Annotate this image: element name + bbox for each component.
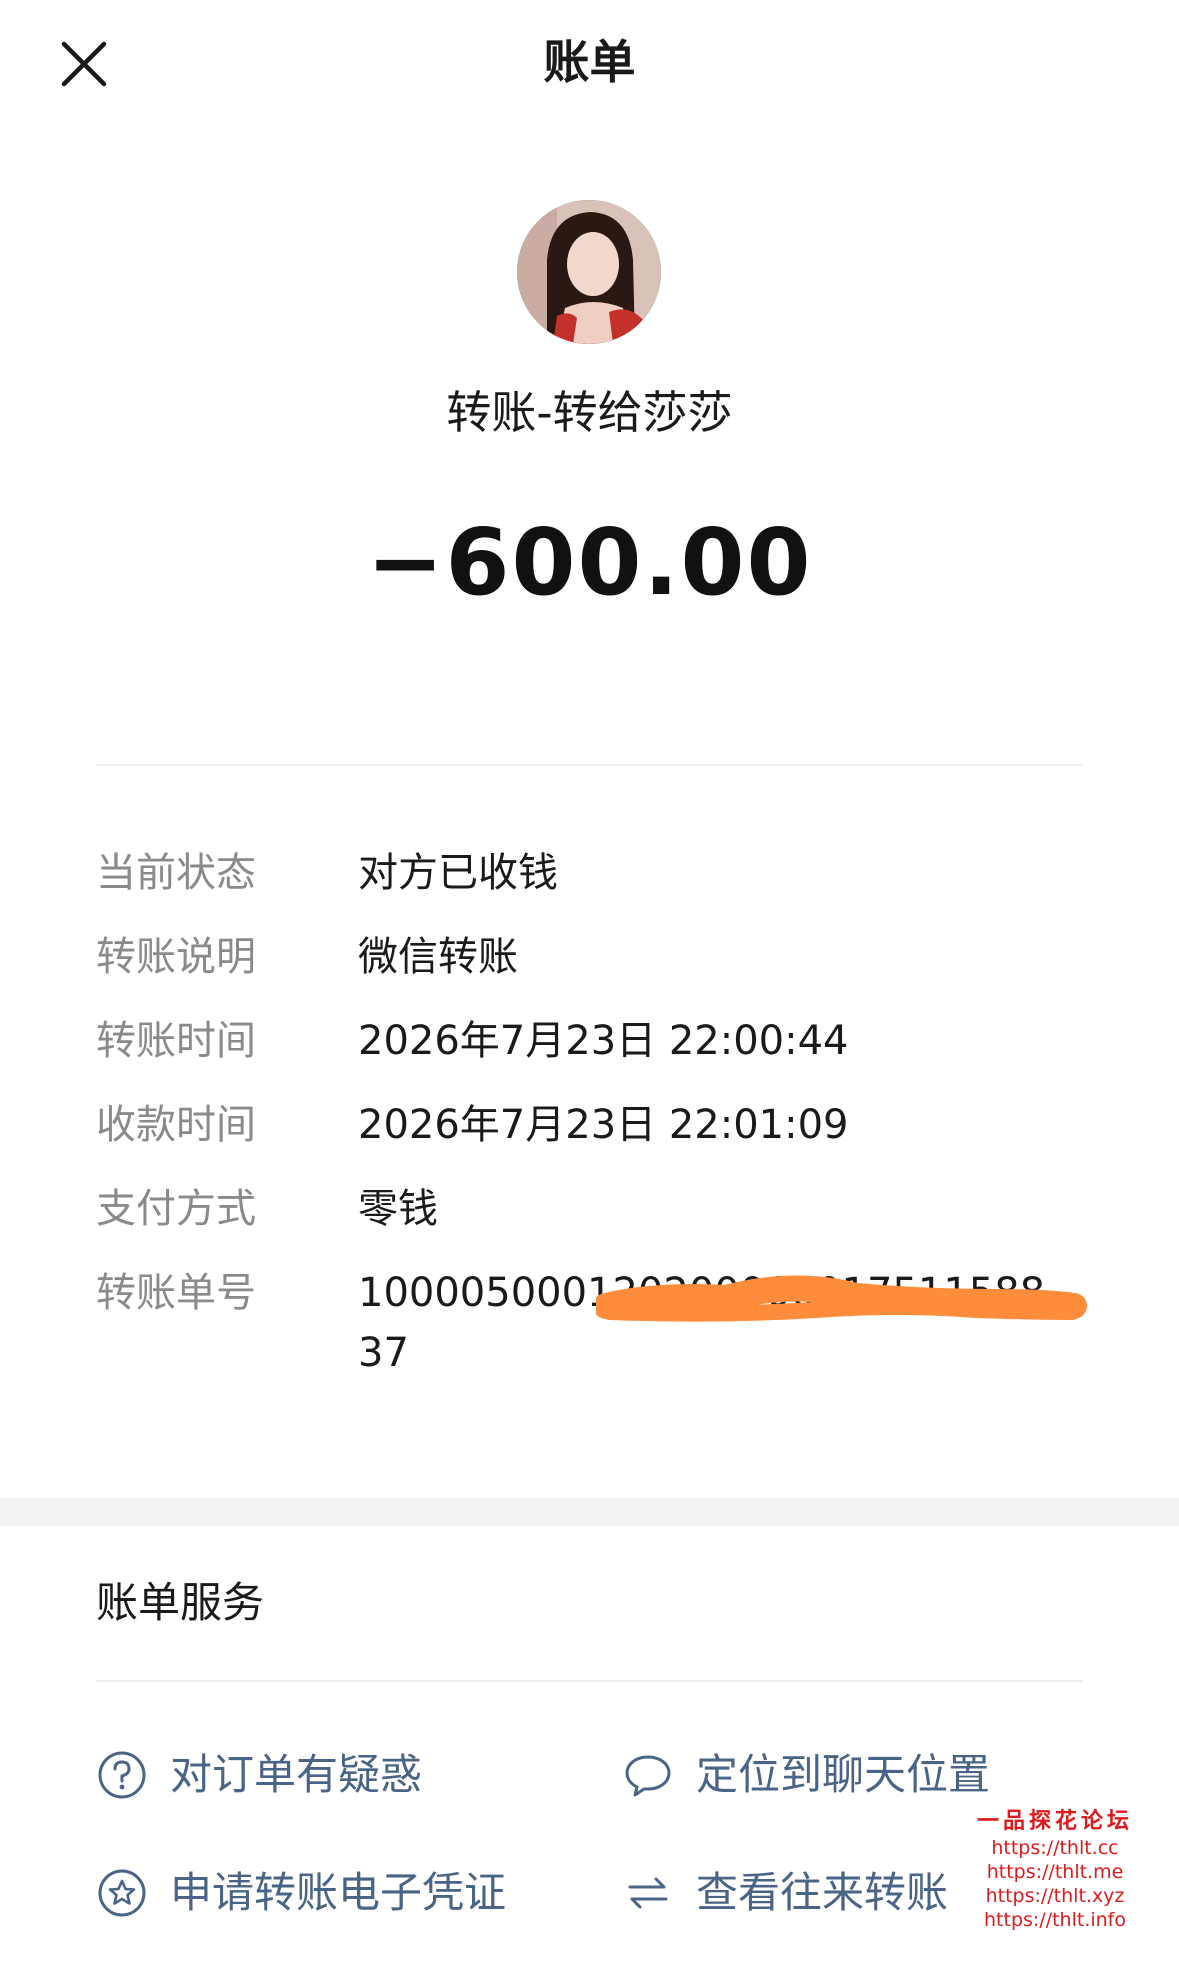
watermark-title: 一品探花论坛 <box>976 1808 1133 1834</box>
section-divider <box>0 1498 1179 1526</box>
chat-bubble-icon <box>622 1749 674 1801</box>
detail-row-payment-method: 支付方式 零钱 <box>96 1174 1083 1244</box>
service-label: 对订单有疑惑 <box>170 1750 423 1799</box>
amount: −600.00 <box>366 509 813 616</box>
detail-label: 当前状态 <box>96 850 256 896</box>
detail-row-receive-time: 收款时间 2026年7月23日 22:01:09 <box>96 1090 1083 1160</box>
question-circle-icon <box>96 1749 148 1801</box>
divider <box>96 764 1083 766</box>
detail-value: 2026年7月23日 22:00:44 <box>358 1018 849 1064</box>
avatar <box>517 200 661 344</box>
detail-label: 转账说明 <box>96 934 256 980</box>
divider <box>96 1680 1083 1682</box>
detail-value: 微信转账 <box>358 934 518 980</box>
detail-row-transfer-time: 转账时间 2026年7月23日 22:00:44 <box>96 1006 1083 1076</box>
service-label: 申请转账电子凭证 <box>170 1868 507 1917</box>
detail-value: 对方已收钱 <box>358 850 558 896</box>
page-title: 账单 <box>543 35 636 89</box>
bill-detail-page: 账单 转账-转给莎莎 −600.00 当前状态 对方已收钱 转账说明 微信转账 … <box>0 0 1179 1961</box>
detail-label: 转账时间 <box>96 1018 256 1064</box>
watermark-url: https://thlt.cc <box>991 1837 1119 1859</box>
transfer-number-value: 100005000120200000017511588 37 <box>358 1270 1046 1376</box>
order-question-link[interactable]: 对订单有疑惑 <box>96 1740 422 1810</box>
watermark-url: https://thlt.me <box>986 1861 1124 1883</box>
service-label: 定位到聊天位置 <box>696 1750 991 1799</box>
detail-row-transfer-number: 转账单号 100005000120200000017511588 37 <box>96 1258 1083 1398</box>
detail-label: 收款时间 <box>96 1102 256 1148</box>
request-e-voucher-link[interactable]: 申请转账电子凭证 <box>96 1858 506 1928</box>
watermark-url: https://thlt.info <box>984 1909 1126 1931</box>
detail-value: 2026年7月23日 22:01:09 <box>358 1102 849 1148</box>
locate-chat-link[interactable]: 定位到聊天位置 <box>622 1740 990 1810</box>
view-transfers-link[interactable]: 查看往来转账 <box>622 1858 948 1928</box>
service-label: 查看往来转账 <box>696 1868 949 1917</box>
detail-value: 零钱 <box>358 1186 438 1232</box>
detail-label: 转账单号 <box>96 1270 256 1316</box>
transfer-title: 转账-转给莎莎 <box>446 386 733 439</box>
transfer-arrows-icon <box>622 1867 674 1919</box>
star-circle-icon <box>96 1867 148 1919</box>
detail-row-status: 当前状态 对方已收钱 <box>96 838 1083 908</box>
watermark-url: https://thlt.xyz <box>985 1885 1125 1907</box>
services-title: 账单服务 <box>96 1578 265 1627</box>
detail-row-note: 转账说明 微信转账 <box>96 922 1083 992</box>
detail-label: 支付方式 <box>96 1186 256 1232</box>
forum-watermark: 一品探花论坛 https://thlt.cc https://thlt.me h… <box>955 1806 1155 1932</box>
